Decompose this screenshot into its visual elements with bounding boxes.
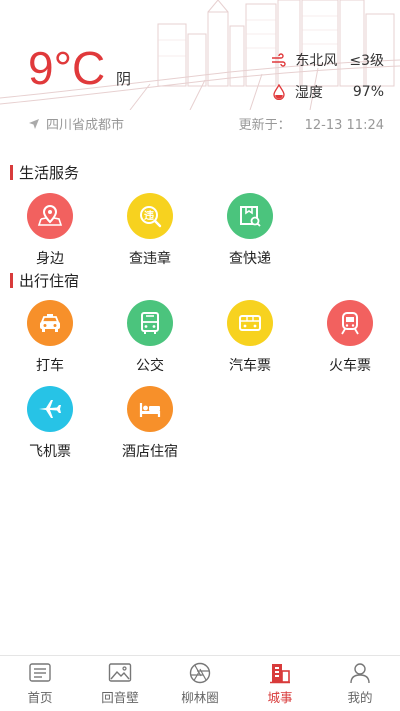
tab-label: 柳林圈: [181, 689, 219, 705]
service-hotel[interactable]: 酒店住宿: [100, 386, 200, 461]
service-flight[interactable]: 飞机票: [0, 386, 100, 461]
service-train[interactable]: 火车票: [300, 300, 400, 375]
tab-label: 首页: [27, 689, 53, 705]
service-label: 身边: [36, 251, 64, 267]
service-label: 查违章: [129, 251, 171, 267]
parcel-search-icon: [227, 193, 273, 239]
hotel-bed-icon: [127, 386, 173, 432]
tab-city-affairs[interactable]: 城事: [240, 656, 320, 711]
service-label: 查快递: [229, 251, 271, 267]
violation-search-icon: 违: [127, 193, 173, 239]
coach-ticket-icon: [227, 300, 273, 346]
section-title-travel: 出行住宿: [10, 270, 79, 291]
map-pin-icon: [27, 193, 73, 239]
airplane-icon: [27, 386, 73, 432]
section-marker: [10, 273, 13, 288]
weather-header: 9°C 阴 东北风 ≤3级 湿度 97% 四川省成都市 更新于： 12-13 1…: [0, 0, 400, 150]
tab-label: 我的: [347, 689, 373, 705]
section-title-text: 出行住宿: [19, 272, 80, 290]
city-building-icon: [270, 663, 290, 683]
service-coach[interactable]: 汽车票: [200, 300, 300, 375]
section-marker: [10, 165, 13, 180]
app-screen: 9°C 阴 东北风 ≤3级 湿度 97% 四川省成都市 更新于： 12-13 1…: [0, 0, 400, 711]
service-label: 酒店住宿: [122, 444, 178, 460]
tab-label: 回音壁: [101, 689, 139, 705]
update-label: 更新于：: [238, 118, 291, 133]
tab-mine[interactable]: 我的: [320, 656, 400, 711]
bottom-tab-bar: 首页 回音壁 柳林圈 城事 我的: [0, 655, 400, 711]
wind-level: ≤3级: [349, 53, 384, 69]
update-time: 12-13 11:24: [304, 118, 384, 133]
service-violation[interactable]: 违 查违章: [100, 193, 200, 268]
tab-label: 城事: [267, 689, 293, 705]
service-taxi[interactable]: 打车: [0, 300, 100, 375]
tab-home[interactable]: 首页: [0, 656, 80, 711]
humidity-label: 湿度: [294, 85, 323, 101]
service-label: 打车: [36, 358, 64, 374]
service-label: 公交: [136, 358, 164, 374]
service-label: 汽车票: [229, 358, 271, 374]
service-nearby[interactable]: 身边: [0, 193, 100, 268]
humidity-info: 湿度 97%: [271, 82, 384, 102]
temperature: 9°C: [28, 42, 106, 94]
bus-icon: [127, 300, 173, 346]
location-arrow-icon: [29, 118, 39, 129]
location-text: 四川省成都市: [46, 118, 125, 133]
service-bus[interactable]: 公交: [100, 300, 200, 375]
picture-icon: [108, 662, 132, 682]
update-info: 更新于： 12-13 11:24: [239, 114, 384, 133]
section-title-life: 生活服务: [10, 162, 79, 183]
service-label: 飞机票: [29, 444, 71, 460]
news-icon: [29, 662, 51, 682]
aperture-icon: [189, 662, 211, 683]
train-icon: [327, 300, 373, 346]
humidity-value: 97%: [352, 84, 384, 100]
svg-text:违: 违: [144, 209, 154, 222]
tab-echo-wall[interactable]: 回音壁: [80, 656, 160, 711]
weather-condition: 阴: [116, 70, 132, 88]
humidity-drop-icon: [273, 84, 285, 100]
wind-info: 东北风 ≤3级: [271, 50, 384, 70]
user-icon: [350, 662, 370, 683]
service-parcel[interactable]: 查快递: [200, 193, 300, 268]
section-title-text: 生活服务: [19, 164, 80, 182]
tab-liulin-circle[interactable]: 柳林圈: [160, 656, 240, 711]
wind-icon: [272, 53, 287, 67]
service-label: 火车票: [329, 358, 371, 374]
wind-direction: 东北风: [295, 53, 338, 69]
location[interactable]: 四川省成都市: [28, 114, 124, 133]
taxi-icon: [27, 300, 73, 346]
